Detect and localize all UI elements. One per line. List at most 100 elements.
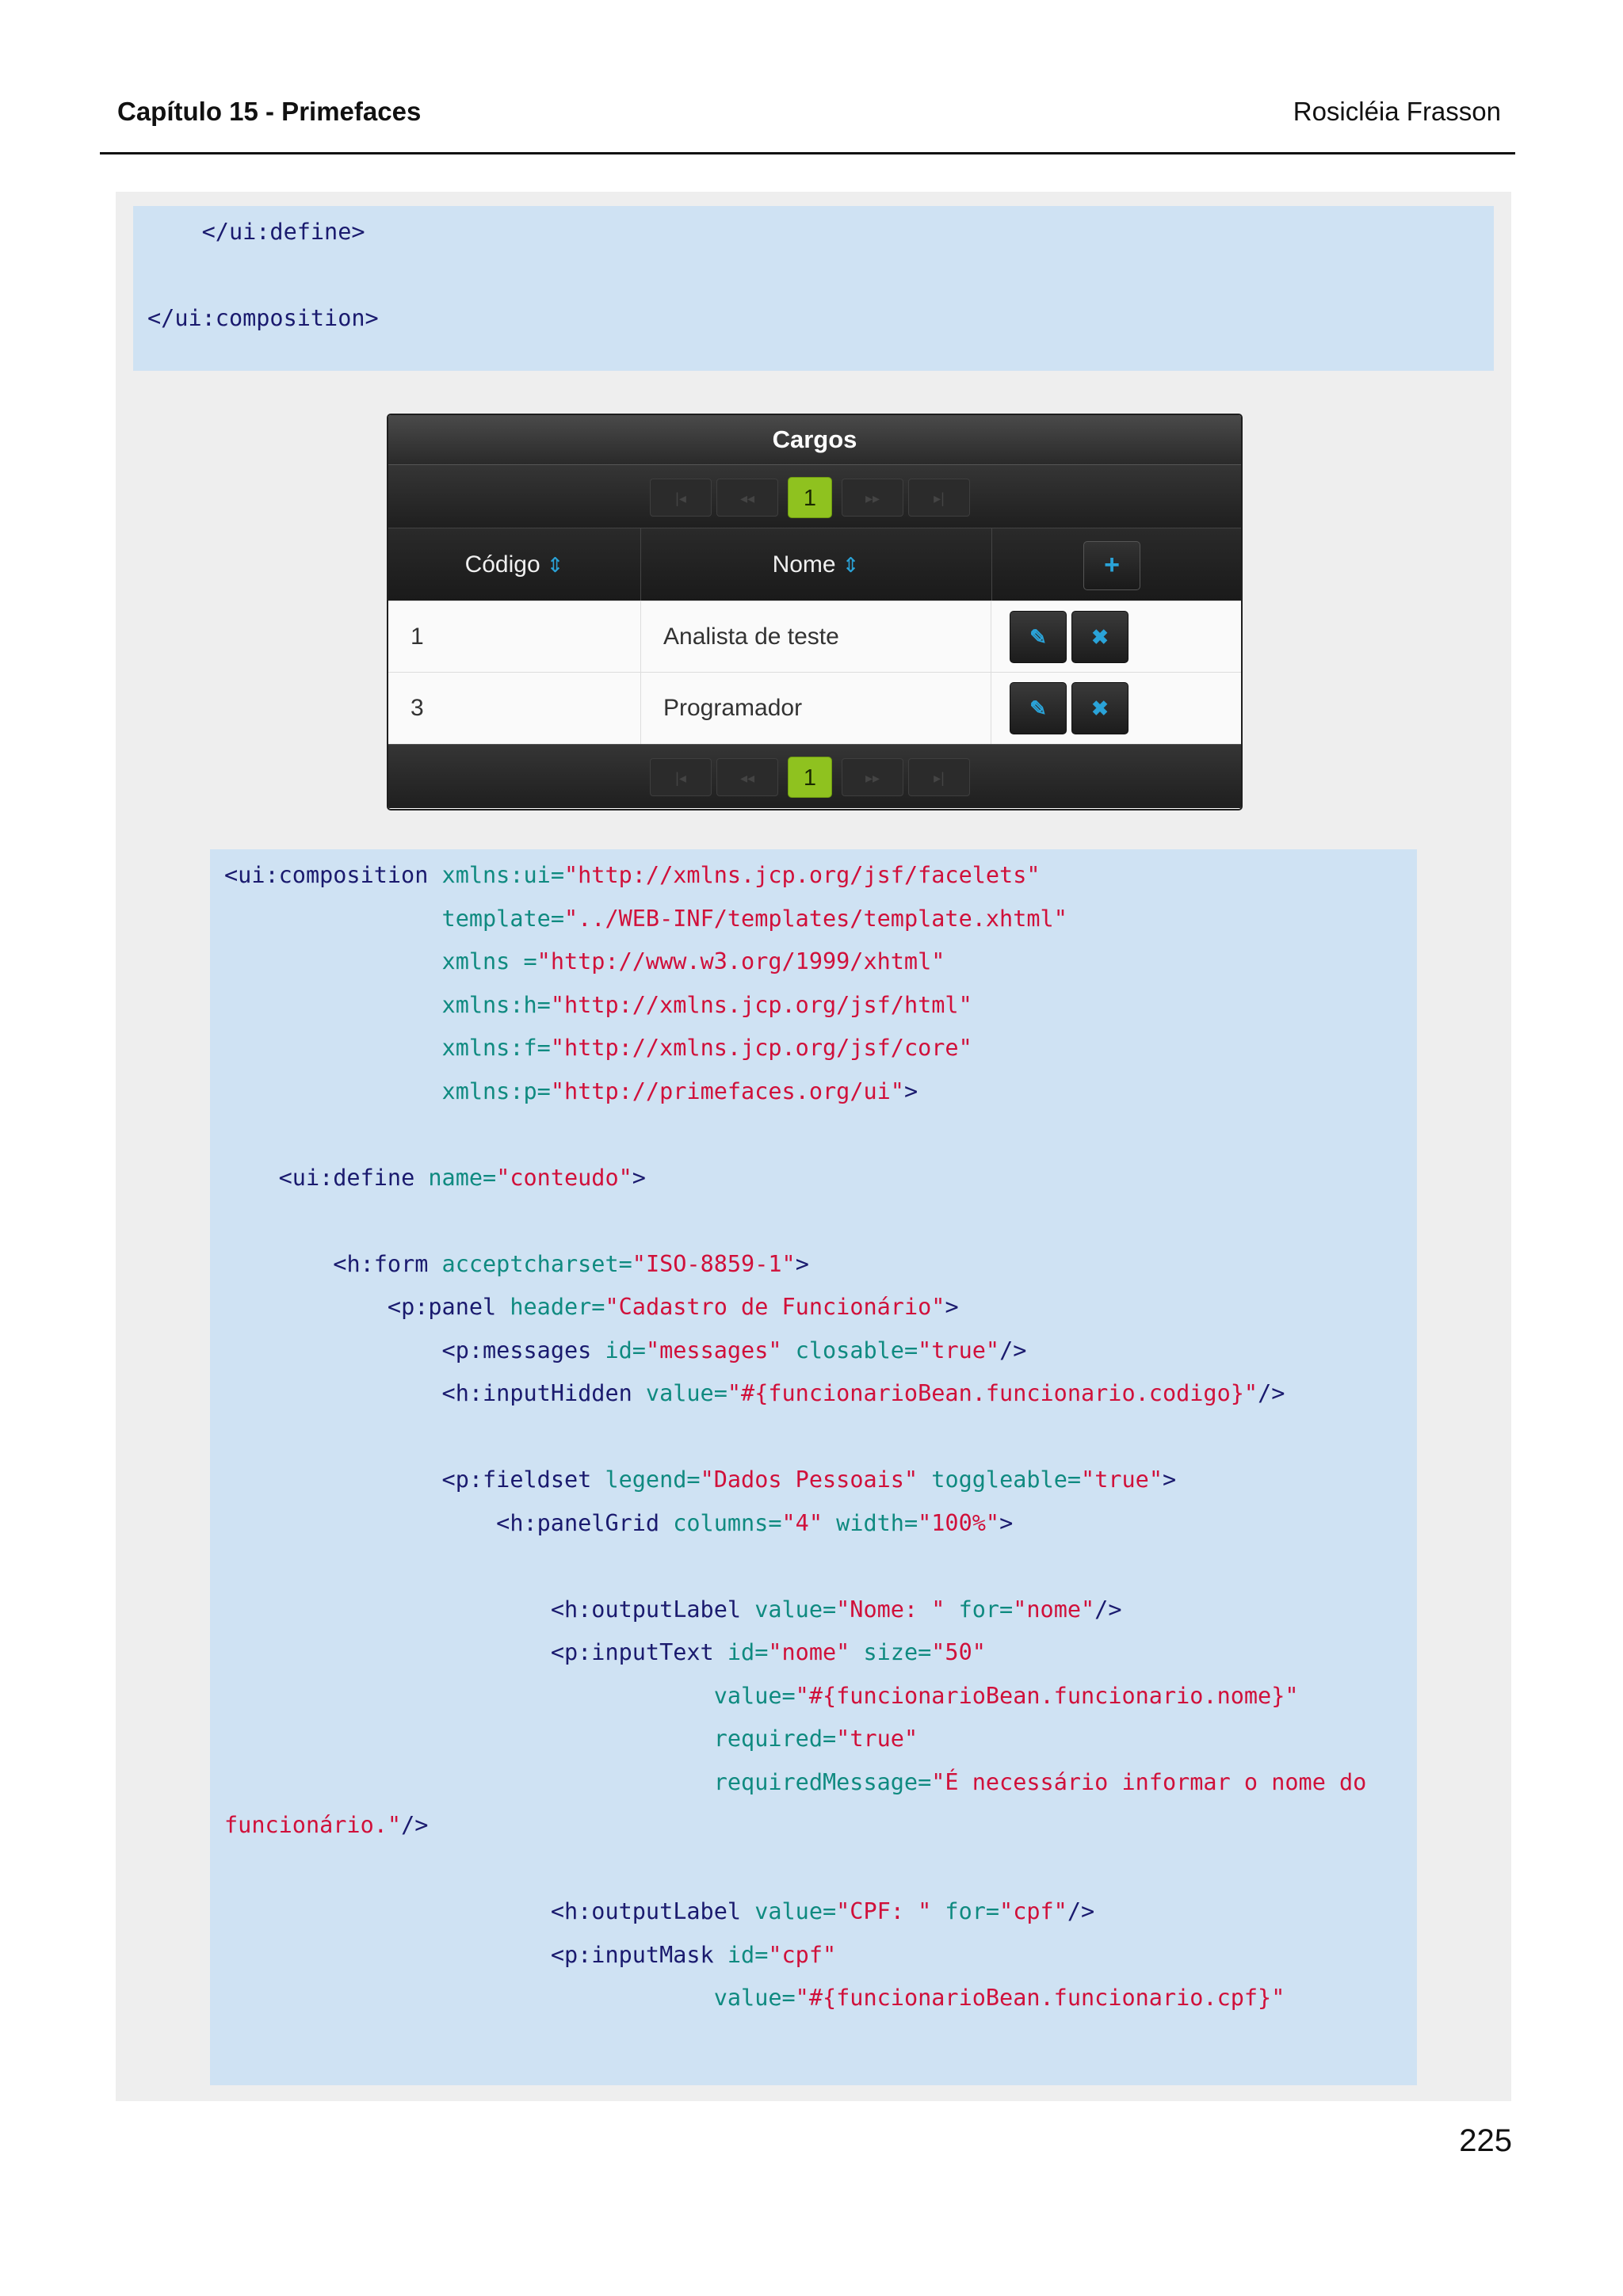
paginator-bottom: |◂ ◂◂ 1 ▸▸ ▸| bbox=[388, 744, 1241, 808]
code-token: "#{funcionarioBean.funcionario.codigo}" bbox=[727, 1380, 1258, 1406]
add-button[interactable]: + bbox=[1083, 541, 1140, 590]
code-token: "#{funcionarioBean.funcionario.cpf}" bbox=[795, 1985, 1285, 2011]
author-name: Rosicléia Frasson bbox=[1293, 97, 1501, 126]
datatable-header-row: Código ⇕ Nome ⇕ + bbox=[388, 528, 1241, 601]
next-page-icon[interactable]: ▸▸ bbox=[842, 479, 903, 517]
code-token: <p:inputMask bbox=[550, 1941, 714, 1968]
code-token: /> bbox=[1094, 1596, 1122, 1623]
cell-nome: Analista de teste bbox=[640, 601, 991, 673]
code-token: "true" bbox=[1081, 1466, 1163, 1493]
code-token: width= bbox=[823, 1509, 918, 1536]
delete-button[interactable]: ✖ bbox=[1071, 682, 1128, 734]
code-token: <h:form bbox=[333, 1250, 429, 1277]
cell-nome: Programador bbox=[640, 673, 991, 744]
code-token: <p:panel bbox=[387, 1294, 497, 1320]
code-token: "http://xmlns.jcp.org/jsf/html" bbox=[550, 991, 972, 1018]
code-token: header= bbox=[496, 1294, 605, 1320]
code-token: "CPF: " bbox=[836, 1898, 932, 1924]
close-icon: ✖ bbox=[1091, 625, 1109, 649]
prev-page-icon[interactable]: ◂◂ bbox=[716, 479, 778, 517]
code-token: <ui:composition bbox=[224, 862, 429, 888]
code-token: "true" bbox=[918, 1337, 1000, 1363]
code-line: </ui:define> bbox=[147, 219, 365, 245]
pencil-icon: ✎ bbox=[1029, 696, 1047, 720]
column-header-codigo[interactable]: Código ⇕ bbox=[388, 528, 641, 601]
code-token: "50" bbox=[931, 1639, 986, 1665]
prev-page-icon[interactable]: ◂◂ bbox=[716, 758, 778, 796]
code-token: xmlns:p= bbox=[441, 1077, 551, 1104]
code-token: name= bbox=[414, 1164, 497, 1191]
code-token: funcionário." bbox=[224, 1812, 402, 1838]
code-token: <p:inputText bbox=[550, 1639, 714, 1665]
code-text-top: </ui:define> </ui:composition> bbox=[147, 211, 379, 341]
code-token: "Dados Pessoais" bbox=[700, 1466, 918, 1493]
chapter-title: Capítulo 15 - Primefaces bbox=[117, 97, 422, 126]
code-token: "#{funcionarioBean.funcionario.nome}" bbox=[795, 1682, 1299, 1709]
code-token: "true" bbox=[836, 1726, 918, 1752]
code-token: > bbox=[1162, 1466, 1177, 1493]
code-token: <h:outputLabel bbox=[550, 1898, 742, 1924]
code-token: "Cadastro de Funcionário" bbox=[605, 1294, 945, 1320]
code-token: legend= bbox=[591, 1466, 701, 1493]
column-header-label: Código bbox=[464, 551, 540, 578]
code-token: requiredMessage= bbox=[713, 1768, 932, 1795]
code-token: "cpf" bbox=[768, 1941, 837, 1968]
code-token: /> bbox=[999, 1337, 1027, 1363]
code-token: "cpf" bbox=[999, 1898, 1067, 1924]
pencil-icon: ✎ bbox=[1029, 625, 1047, 649]
code-token: closable= bbox=[781, 1337, 918, 1363]
edit-button[interactable]: ✎ bbox=[1010, 611, 1067, 663]
code-token: "É necessário informar o nome do bbox=[931, 1768, 1367, 1795]
code-text-main: <ui:composition xmlns:ui="http://xmlns.j… bbox=[224, 854, 1366, 2020]
code-block-top: </ui:define> </ui:composition> bbox=[133, 206, 1494, 371]
current-page-button[interactable]: 1 bbox=[788, 757, 832, 798]
code-token: > bbox=[903, 1077, 918, 1104]
column-header-nome[interactable]: Nome ⇕ bbox=[640, 528, 992, 601]
code-token: "nome" bbox=[1013, 1596, 1095, 1623]
code-token: size= bbox=[850, 1639, 932, 1665]
code-token: "4" bbox=[781, 1509, 823, 1536]
code-token: /> bbox=[1067, 1898, 1095, 1924]
page-number: 225 bbox=[1459, 2123, 1512, 2158]
code-token: id= bbox=[713, 1941, 769, 1968]
code-token: xmlns:ui= bbox=[428, 862, 564, 888]
last-page-icon[interactable]: ▸| bbox=[908, 479, 970, 517]
cell-codigo: 3 bbox=[411, 695, 424, 721]
first-page-icon[interactable]: |◂ bbox=[650, 479, 712, 517]
code-token: <ui:define bbox=[278, 1164, 415, 1191]
code-token: acceptcharset= bbox=[428, 1250, 632, 1277]
code-token: for= bbox=[931, 1898, 1000, 1924]
edit-button[interactable]: ✎ bbox=[1010, 682, 1067, 734]
table-row: 3 Programador ✎ ✖ bbox=[388, 672, 1241, 744]
code-token: columns= bbox=[659, 1509, 782, 1536]
datatable-title: Cargos bbox=[388, 415, 1241, 464]
code-token: "http://www.w3.org/1999/xhtml" bbox=[537, 948, 945, 974]
current-page-button[interactable]: 1 bbox=[788, 477, 832, 518]
code-token: id= bbox=[713, 1639, 769, 1665]
last-page-icon[interactable]: ▸| bbox=[908, 758, 970, 796]
cell-codigo: 1 bbox=[411, 624, 424, 650]
code-token: <h:panelGrid bbox=[496, 1509, 660, 1536]
delete-button[interactable]: ✖ bbox=[1071, 611, 1128, 663]
first-page-icon[interactable]: |◂ bbox=[650, 758, 712, 796]
code-token: xmlns = bbox=[441, 948, 537, 974]
code-token: "http://xmlns.jcp.org/jsf/facelets" bbox=[563, 862, 1041, 888]
code-token: "http://primefaces.org/ui" bbox=[550, 1077, 904, 1104]
code-token: "messages" bbox=[645, 1337, 782, 1363]
code-token: <p:fieldset bbox=[441, 1466, 592, 1493]
code-token: /> bbox=[401, 1812, 429, 1838]
sort-icon: ⇕ bbox=[842, 553, 860, 577]
code-token: "conteudo" bbox=[496, 1164, 632, 1191]
code-token: > bbox=[632, 1164, 646, 1191]
code-token: /> bbox=[1258, 1380, 1285, 1406]
code-block-main: <ui:composition xmlns:ui="http://xmlns.j… bbox=[210, 849, 1417, 2085]
code-token: value= bbox=[713, 1985, 796, 2011]
code-token: <h:outputLabel bbox=[550, 1596, 742, 1623]
plus-icon: + bbox=[1104, 550, 1120, 580]
code-token: for= bbox=[945, 1596, 1014, 1623]
code-token: required= bbox=[713, 1726, 837, 1752]
code-token: "ISO-8859-1" bbox=[632, 1250, 796, 1277]
code-token: value= bbox=[632, 1380, 727, 1406]
code-token: <p:messages bbox=[441, 1337, 592, 1363]
next-page-icon[interactable]: ▸▸ bbox=[842, 758, 903, 796]
